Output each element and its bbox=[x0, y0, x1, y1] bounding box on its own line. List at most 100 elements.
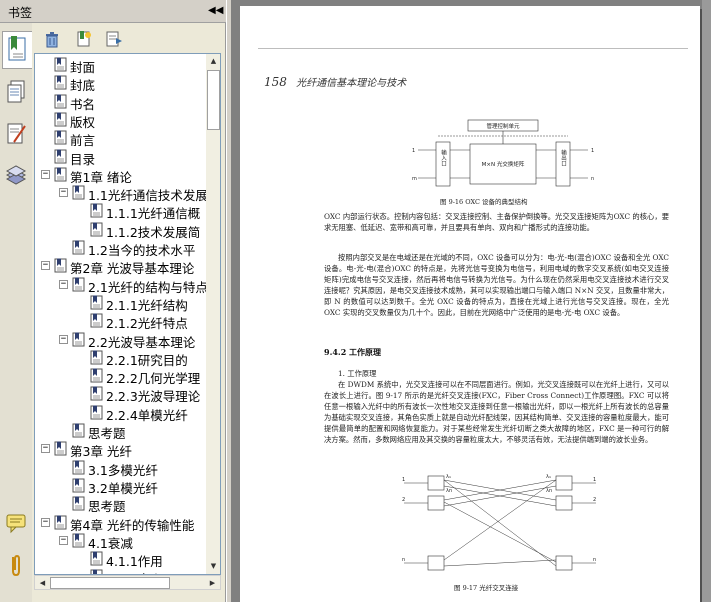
control-unit-label: 管理控制单元 bbox=[486, 122, 520, 130]
header-rule bbox=[258, 48, 688, 49]
annotations-tab[interactable] bbox=[4, 120, 28, 148]
bookmark-label: 思考题 bbox=[88, 499, 126, 515]
collapse-toggle-icon[interactable]: − bbox=[41, 261, 50, 271]
bookmark-label: 1.1光纤通信技术发展 bbox=[88, 188, 206, 204]
collapse-toggle-icon[interactable]: − bbox=[41, 444, 50, 454]
bookmark-icon bbox=[90, 551, 103, 566]
bookmark-options-button[interactable] bbox=[104, 29, 124, 49]
bookmark-item[interactable]: − 第3章 光纤 bbox=[41, 440, 206, 460]
bookmark-label: 第3章 光纤 bbox=[70, 444, 132, 460]
bookmark-item[interactable]: 3.1多模光纤 bbox=[41, 459, 206, 478]
new-bookmark-icon bbox=[77, 31, 91, 47]
bookmark-icon bbox=[54, 149, 67, 163]
bookmark-label: 4.1.2定义 bbox=[106, 569, 163, 574]
svg-text:n: n bbox=[593, 557, 596, 563]
delete-bookmark-icon bbox=[46, 32, 58, 48]
svg-text:1: 1 bbox=[591, 148, 594, 154]
bookmark-options-icon bbox=[106, 31, 122, 47]
svg-text:n: n bbox=[402, 557, 405, 563]
bookmark-item[interactable]: 4.1.2定义 bbox=[41, 568, 206, 574]
bookmark-item[interactable]: 版权 bbox=[41, 111, 206, 130]
new-bookmark-button[interactable] bbox=[74, 29, 94, 49]
bookmark-item[interactable]: 2.2.1研究目的 bbox=[41, 349, 206, 368]
layers-tab[interactable] bbox=[4, 161, 28, 189]
section-heading: 9.4.2 工作原理 bbox=[324, 347, 382, 357]
bookmark-item[interactable]: 前言 bbox=[41, 129, 206, 148]
bookmark-label: 3.1多模光纤 bbox=[88, 462, 158, 478]
bookmark-item[interactable]: 目录 bbox=[41, 148, 206, 167]
running-head: 158 光纤通信基本理论与技术 bbox=[264, 74, 406, 89]
attachments-tab[interactable] bbox=[4, 551, 28, 579]
bookmark-icon bbox=[90, 350, 103, 365]
bookmark-item[interactable]: 1.1.1光纤通信概 bbox=[41, 202, 206, 221]
bookmark-icon bbox=[90, 203, 103, 218]
bookmark-label: 2.2.3光波导理论 bbox=[106, 389, 201, 405]
bookmark-item[interactable]: − 第1章 绪论 bbox=[41, 166, 206, 185]
delete-bookmark-button[interactable] bbox=[42, 29, 62, 49]
bookmarks-tab[interactable] bbox=[2, 31, 32, 69]
bookmark-label: 1.1.2技术发展简 bbox=[106, 224, 201, 240]
pages-tab[interactable] bbox=[4, 79, 28, 107]
bookmark-item[interactable]: − 2.1光纤的结构与特点 bbox=[41, 276, 206, 295]
collapse-toggle-icon[interactable]: − bbox=[59, 334, 68, 344]
bookmark-icon bbox=[90, 295, 103, 310]
bookmark-label: 封底 bbox=[70, 78, 96, 94]
svg-text:n: n bbox=[591, 176, 594, 182]
bookmark-item[interactable]: 2.2.3光波导理论 bbox=[41, 385, 206, 405]
bookmark-label: 2.1.1光纤结构 bbox=[106, 297, 188, 313]
comments-tab[interactable] bbox=[4, 509, 28, 537]
bookmark-item[interactable]: 2.2.4单模光纤 bbox=[41, 404, 206, 423]
horizontal-scroll-thumb[interactable] bbox=[50, 577, 170, 589]
figure-9-17-caption: 图 9-17 光纤交叉连接 bbox=[454, 584, 519, 592]
bookmarks-icon bbox=[8, 36, 26, 61]
collapse-panel-button[interactable]: ◀◀ bbox=[208, 4, 223, 18]
bookmark-label: 目录 bbox=[70, 151, 96, 167]
bookmark-item[interactable]: − 2.2光波导基本理论 bbox=[41, 331, 206, 350]
bookmark-item[interactable]: 2.1.2光纤特点 bbox=[41, 312, 206, 332]
bookmark-label: 第2章 光波导基本理论 bbox=[70, 261, 195, 277]
bookmark-item[interactable]: 1.2当今的技术水平 bbox=[41, 239, 206, 258]
collapse-toggle-icon[interactable]: − bbox=[59, 279, 68, 289]
bookmarks-panel: 书签 ◀◀ 封面 封底 书名 版权 前言 目录 − 第1章 绪论 − 1.1光纤… bbox=[0, 0, 226, 602]
bookmark-item[interactable]: − 4.1衰减 bbox=[41, 532, 206, 551]
bookmark-item[interactable]: 封面 bbox=[41, 56, 206, 75]
bookmark-item[interactable]: 封底 bbox=[41, 74, 206, 94]
document-viewer[interactable]: 158 光纤通信基本理论与技术 管理控制单元 输入口 M×N 光交换矩阵 输出口 bbox=[232, 0, 711, 602]
scroll-left-icon[interactable]: ◀ bbox=[35, 576, 50, 591]
bookmark-item[interactable]: 3.2单模光纤 bbox=[41, 477, 206, 496]
svg-text:2: 2 bbox=[402, 497, 405, 503]
running-title: 光纤通信基本理论与技术 bbox=[296, 78, 407, 89]
scroll-right-icon[interactable]: ▶ bbox=[205, 576, 220, 591]
bookmark-label: 2.1.2光纤特点 bbox=[106, 316, 188, 332]
horizontal-scrollbar[interactable]: ◀ ▶ bbox=[34, 575, 221, 590]
subsection-heading: 1. 工作原理 bbox=[338, 369, 377, 378]
oxc-structure-figure: 管理控制单元 输入口 M×N 光交换矩阵 输出口 1 m 1 n bbox=[412, 119, 594, 187]
collapse-toggle-icon[interactable]: − bbox=[59, 188, 68, 198]
viewer-scroll-track[interactable] bbox=[702, 0, 711, 602]
scroll-up-icon[interactable]: ▲ bbox=[206, 54, 220, 69]
bookmark-item[interactable]: 4.1.1作用 bbox=[41, 550, 206, 569]
scroll-down-icon[interactable]: ▼ bbox=[206, 559, 220, 574]
bookmark-label: 书名 bbox=[70, 96, 96, 112]
bookmark-icon bbox=[54, 75, 67, 90]
bookmark-item[interactable]: − 第4章 光纤的传输性能 bbox=[41, 514, 206, 533]
bookmark-icon bbox=[90, 386, 103, 401]
bookmark-icon bbox=[54, 258, 67, 273]
collapse-toggle-icon[interactable]: − bbox=[41, 169, 50, 179]
collapse-toggle-icon[interactable]: − bbox=[41, 517, 50, 527]
svg-text:λ₁: λ₁ bbox=[546, 474, 551, 480]
bookmark-item[interactable]: 思考题 bbox=[41, 495, 206, 515]
bookmark-item[interactable]: 思考题 bbox=[41, 422, 206, 441]
bookmark-item[interactable]: 2.2.2几何光学理 bbox=[41, 367, 206, 386]
bookmark-item[interactable]: − 第2章 光波导基本理论 bbox=[41, 257, 206, 277]
bookmark-label: 1.2当今的技术水平 bbox=[88, 243, 196, 258]
bookmark-item[interactable]: 2.1.1光纤结构 bbox=[41, 294, 206, 313]
bookmark-label: 2.2.4单模光纤 bbox=[106, 407, 188, 423]
vertical-scrollbar[interactable]: ▲ ▼ bbox=[206, 54, 220, 574]
bookmark-item[interactable]: − 1.1光纤通信技术发展 bbox=[41, 184, 206, 204]
scroll-thumb[interactable] bbox=[207, 70, 220, 130]
collapse-toggle-icon[interactable]: − bbox=[59, 535, 68, 545]
bookmark-item[interactable]: 书名 bbox=[41, 93, 206, 112]
navigation-tabs bbox=[0, 23, 32, 602]
bookmark-item[interactable]: 1.1.2技术发展简 bbox=[41, 221, 206, 240]
